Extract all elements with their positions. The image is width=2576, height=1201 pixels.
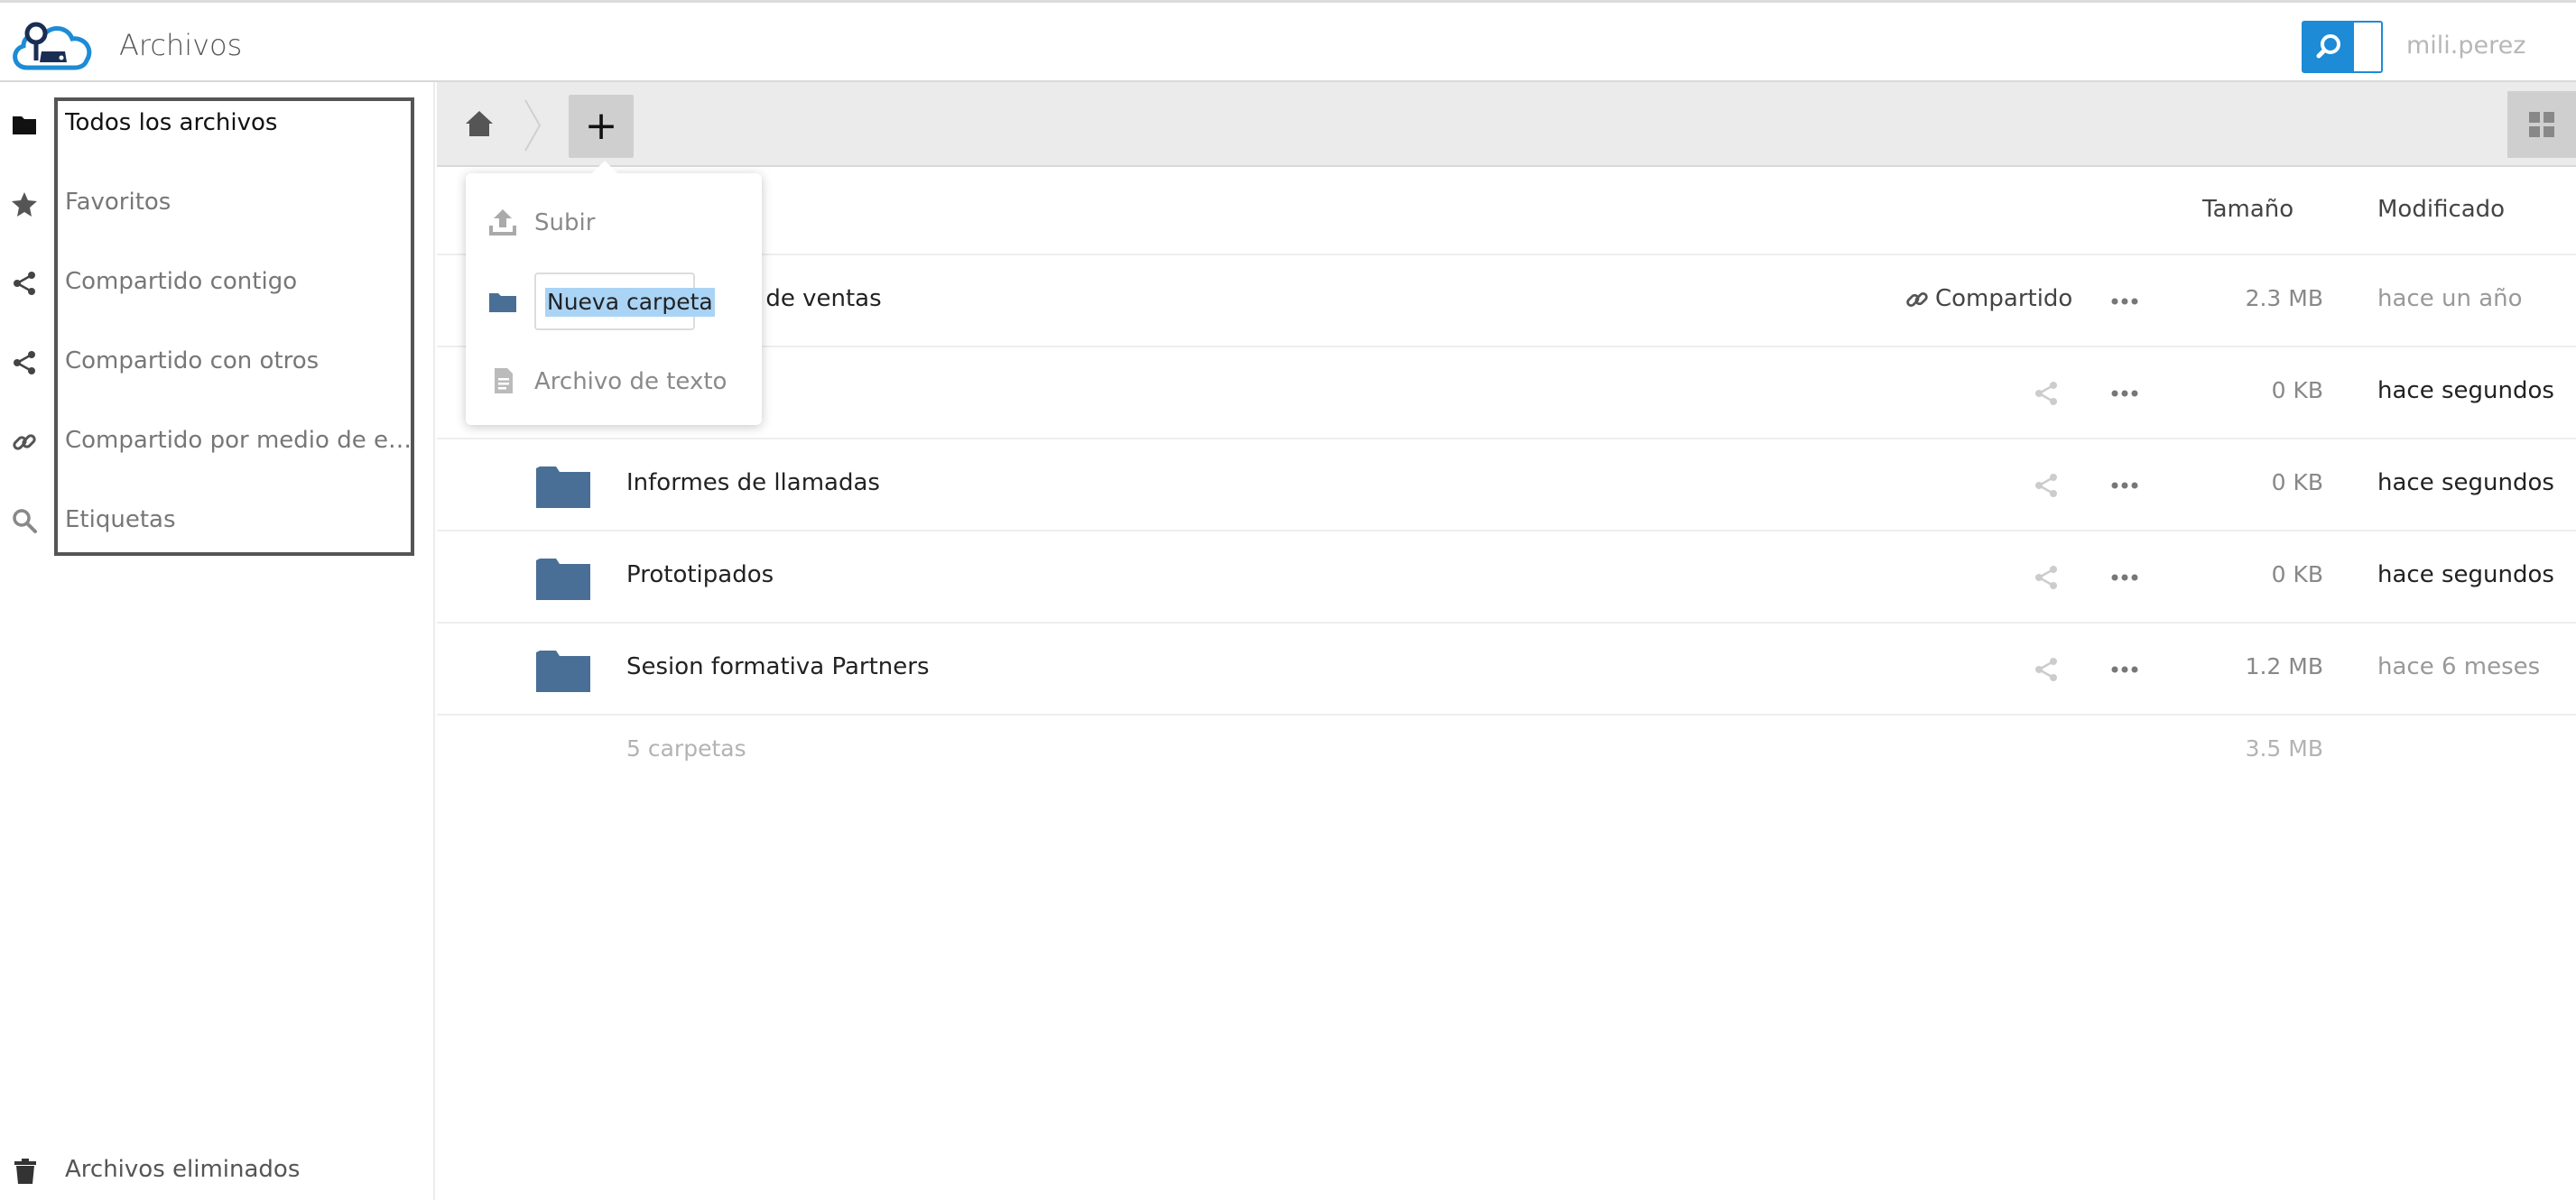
sidebar-item-label: Etiquetas bbox=[65, 506, 176, 533]
trash-icon bbox=[13, 1158, 38, 1185]
file-modified: hace segundos bbox=[2377, 561, 2554, 588]
file-size: 0 KB bbox=[2271, 469, 2323, 495]
more-actions-icon[interactable] bbox=[2108, 288, 2141, 315]
more-actions-icon[interactable] bbox=[2108, 656, 2141, 683]
column-modified[interactable]: Modificado bbox=[2377, 196, 2505, 223]
folder-icon bbox=[487, 287, 518, 316]
file-modified: hace segundos bbox=[2377, 377, 2554, 404]
sidebar-item-tags[interactable]: Etiquetas bbox=[0, 485, 435, 564]
sidebar-item-label: Todos los archivos bbox=[65, 109, 278, 136]
file-size: 2.3 MB bbox=[2245, 285, 2323, 311]
share-icon[interactable] bbox=[2033, 380, 2060, 407]
sidebar-item-deleted-files[interactable]: Archivos eliminados bbox=[0, 1147, 435, 1201]
sidebar-item-label: Archivos eliminados bbox=[65, 1156, 301, 1183]
sidebar-item-shared-with-others[interactable]: Compartido con otros bbox=[0, 326, 435, 405]
file-name[interactable]: Sesion formativa Partners bbox=[626, 653, 930, 680]
file-modified: hace segundos bbox=[2377, 469, 2554, 496]
menu-item-text-file[interactable]: Archivo de texto bbox=[466, 345, 762, 417]
menu-item-upload[interactable]: Subir bbox=[466, 186, 762, 258]
share-icon[interactable] bbox=[2033, 564, 2060, 591]
sidebar-item-shared-by-link[interactable]: Compartido por medio de enlac... bbox=[0, 405, 435, 485]
folder-icon bbox=[11, 111, 38, 138]
share-icon bbox=[11, 270, 38, 297]
search-button[interactable] bbox=[2303, 23, 2354, 71]
shared-label: Compartido bbox=[1935, 285, 2073, 312]
cloud-logo-icon[interactable] bbox=[7, 14, 97, 79]
sidebar-item-label: Compartido contigo bbox=[65, 268, 298, 295]
file-size: 0 KB bbox=[2271, 377, 2323, 403]
sidebar-item-label: Favoritos bbox=[65, 189, 171, 216]
file-name[interactable]: Prototipados bbox=[626, 561, 774, 588]
menu-item-label: Archivo de texto bbox=[534, 368, 727, 395]
upload-icon bbox=[487, 208, 518, 236]
link-icon bbox=[1906, 291, 1928, 307]
search-icon bbox=[2316, 34, 2340, 59]
share-icon[interactable] bbox=[2033, 656, 2060, 683]
file-row[interactable]: Prototipados 0 KB hace segundos bbox=[437, 531, 2576, 624]
folder-icon[interactable] bbox=[536, 557, 590, 600]
app-title: Archivos bbox=[119, 28, 243, 62]
file-list-summary: 5 carpetas 3.5 MB bbox=[437, 730, 2576, 784]
link-icon bbox=[11, 429, 38, 456]
sidebar-item-label: Compartido con otros bbox=[65, 347, 320, 374]
total-size: 3.5 MB bbox=[2245, 735, 2323, 762]
text-file-icon bbox=[487, 366, 518, 395]
folder-count: 5 carpetas bbox=[626, 735, 746, 762]
menu-item-label: Subir bbox=[534, 209, 596, 236]
sidebar-item-shared-with-you[interactable]: Compartido contigo bbox=[0, 246, 435, 326]
search-toggle[interactable] bbox=[2302, 21, 2383, 73]
share-icon bbox=[11, 349, 38, 376]
files-toolbar: + bbox=[437, 82, 2576, 167]
file-modified: hace 6 meses bbox=[2377, 653, 2541, 680]
breadcrumb-separator-icon bbox=[524, 98, 542, 152]
sidebar-item-all-files[interactable]: Todos los archivos bbox=[0, 88, 435, 167]
sidebar-item-label: Compartido por medio de enlac... bbox=[65, 427, 413, 454]
file-row[interactable]: Sesion formativa Partners 1.2 MB hace 6 … bbox=[437, 624, 2576, 716]
more-actions-icon[interactable] bbox=[2108, 380, 2141, 407]
file-modified: hace un año bbox=[2377, 285, 2523, 312]
new-folder-name-selection: Nueva carpeta bbox=[545, 288, 715, 317]
app-header: Archivos mili.perez bbox=[0, 0, 2576, 82]
plus-icon: + bbox=[584, 103, 618, 149]
share-icon[interactable] bbox=[2033, 472, 2060, 499]
grid-view-toggle[interactable] bbox=[2507, 91, 2576, 158]
folder-icon[interactable] bbox=[536, 465, 590, 508]
new-button[interactable]: + bbox=[569, 95, 634, 158]
more-actions-icon[interactable] bbox=[2108, 472, 2141, 499]
home-icon[interactable] bbox=[464, 109, 495, 138]
file-size: 1.2 MB bbox=[2245, 653, 2323, 679]
folder-icon[interactable] bbox=[536, 649, 590, 692]
file-row[interactable]: Informes de llamadas 0 KB hace segundos bbox=[437, 439, 2576, 531]
user-menu[interactable]: mili.perez bbox=[2406, 32, 2525, 60]
file-name[interactable]: Informes de llamadas bbox=[626, 469, 880, 496]
grid-icon bbox=[2529, 112, 2554, 137]
column-size[interactable]: Tamaño bbox=[2202, 196, 2293, 223]
shared-status-button[interactable]: Compartido bbox=[1904, 285, 2072, 312]
star-icon bbox=[11, 190, 38, 217]
new-menu-popover: Subir Nueva carpeta Archivo de texto bbox=[466, 161, 762, 425]
tag-search-icon bbox=[11, 508, 38, 535]
sidebar-item-favorites[interactable]: Favoritos bbox=[0, 167, 435, 246]
popover-arrow bbox=[590, 161, 619, 175]
sidebar: Todos los archivos Favoritos Compartido … bbox=[0, 82, 435, 1200]
more-actions-icon[interactable] bbox=[2108, 564, 2141, 591]
file-size: 0 KB bbox=[2271, 561, 2323, 587]
